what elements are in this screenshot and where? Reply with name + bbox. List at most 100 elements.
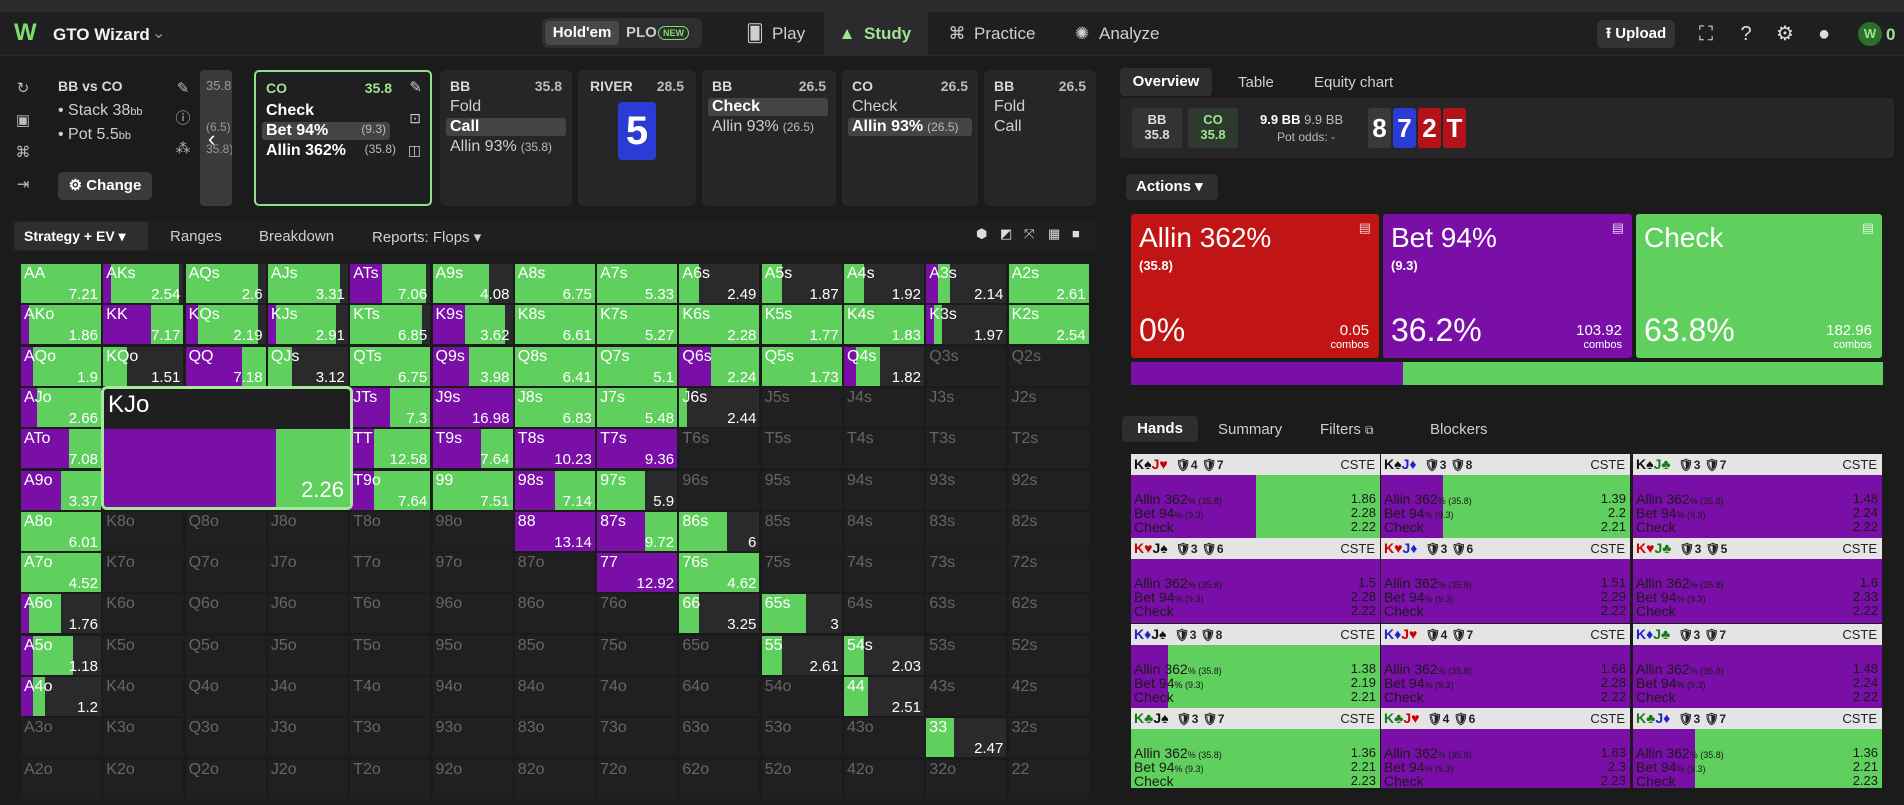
hand-cell[interactable]: 65o [679, 635, 760, 675]
spot-action[interactable]: Check [266, 102, 314, 120]
hand-cell[interactable]: T2o [350, 759, 431, 799]
hand-cell[interactable]: 73s [926, 553, 1007, 593]
hand-cell[interactable]: 6.75 A8s [514, 264, 595, 303]
hand-cell[interactable]: 54o [761, 677, 842, 716]
expand-icon[interactable]: ⤧ [1024, 226, 1034, 242]
hand-cell[interactable]: 7.21 AA [21, 264, 101, 303]
pencil-icon[interactable]: ✎ [172, 78, 194, 100]
document-icon[interactable]: ▤ [1359, 220, 1371, 236]
hand-cell[interactable]: 3.62 K9s [432, 305, 513, 345]
hand-cell[interactable]: 9.72 87s [597, 511, 678, 551]
hand-cell[interactable]: K3o [103, 718, 184, 758]
tab-equity-chart[interactable]: Equity chart [1314, 74, 1393, 91]
hand-combo-card[interactable]: K♥J♠ 🛡3 🛡6 CSTE Allin 362% (35.8) 1.5 Bet 94% … [1131, 538, 1380, 623]
credits-icon[interactable]: W [1858, 22, 1882, 46]
hand-cell[interactable]: J4s [844, 387, 924, 427]
info-icon[interactable]: ⓘ [172, 108, 194, 130]
hand-cell[interactable]: 7.64 T9s [432, 429, 513, 469]
hand-cell[interactable]: 92s [1008, 470, 1089, 510]
action-card-allin[interactable]: Allin 362% (35.8) 0% 0.05 combos ▤ [1131, 214, 1379, 358]
spot-action[interactable]: Call [994, 118, 1022, 136]
hand-cell[interactable]: 6.01 A8o [21, 511, 101, 551]
hand-cell[interactable]: 1.82 Q4s [844, 346, 924, 386]
river-card-panel[interactable]: RIVER 28.5 5 [578, 70, 696, 206]
action-card-bet[interactable]: Bet 94% (9.3) 36.2% 103.92 combos ▤ [1383, 214, 1632, 358]
nav-study[interactable]: ▲ Study [824, 12, 928, 56]
hand-cell[interactable]: 76o [597, 594, 678, 634]
tab-ranges[interactable]: Ranges [170, 228, 222, 245]
hand-cell[interactable]: 2.44 J6s [679, 387, 760, 427]
hand-cell[interactable]: T8o [350, 511, 431, 551]
hand-cell[interactable]: 83s [926, 511, 1007, 551]
hand-cell[interactable]: 2.91 KJs [267, 305, 348, 345]
user-icon[interactable]: ● [1812, 22, 1836, 46]
hand-cell[interactable]: 73o [597, 718, 678, 758]
hand-cell[interactable]: 97o [432, 553, 513, 593]
tab-hands[interactable]: Hands [1122, 416, 1198, 442]
contrast-icon[interactable]: ◩ [1000, 226, 1012, 242]
spot-action[interactable]: Allin 93% (35.8) [450, 138, 552, 156]
hand-cell[interactable]: J6o [267, 594, 348, 634]
tab-table[interactable]: Table [1238, 74, 1274, 91]
hand-cell[interactable]: Q3s [926, 346, 1007, 386]
hand-cell[interactable]: 42o [844, 759, 924, 799]
hand-cell[interactable]: 94o [432, 677, 513, 716]
hand-cell[interactable]: 84o [514, 677, 595, 716]
hand-cell[interactable]: 9.36 T7s [597, 429, 678, 469]
spot-action-selected[interactable]: Allin 93% (26.5) [848, 118, 972, 136]
pencil-icon[interactable]: ✎ [409, 78, 422, 96]
hand-cell[interactable]: 6 86s [679, 511, 760, 551]
chevron-left-icon[interactable]: ‹ [208, 126, 215, 152]
hand-cell[interactable]: J8o [267, 511, 348, 551]
hand-cell[interactable]: 3.37 A9o [21, 470, 101, 510]
hand-cell[interactable]: 82o [514, 759, 595, 799]
hand-cell[interactable]: 7.64 T9o [350, 470, 431, 510]
hand-cell[interactable]: J5s [761, 387, 842, 427]
hand-cell[interactable]: 85o [514, 635, 595, 675]
reports-dropdown[interactable]: Reports: Flops ▾ [372, 228, 481, 246]
hand-cell[interactable]: Q4o [185, 677, 266, 716]
hand-cell[interactable]: Q7o [185, 553, 266, 593]
hand-cell[interactable]: 7.06 ATs [350, 264, 431, 303]
hand-cell[interactable]: 84s [844, 511, 924, 551]
hand-cell[interactable]: 12.58 TT [350, 429, 431, 469]
hand-cell[interactable]: 75o [597, 635, 678, 675]
hand-cell[interactable]: 2.28 K6s [679, 305, 760, 345]
hand-cell[interactable]: K2o [103, 759, 184, 799]
save-icon[interactable]: ▣ [12, 110, 34, 132]
hand-cell[interactable]: 5.33 A7s [597, 264, 678, 303]
hand-cell[interactable]: 53o [761, 718, 842, 758]
gamepad-icon[interactable]: ⌘ [12, 142, 34, 164]
hand-cell[interactable]: 1.86 AKo [21, 305, 101, 345]
hand-cell[interactable]: 72o [597, 759, 678, 799]
hand-cell[interactable]: 82s [1008, 511, 1089, 551]
previous-spot-column[interactable]: 35.8 (6.5) 35.8) ‹ [200, 70, 232, 206]
change-button[interactable]: ⚙ Change [58, 172, 152, 200]
hand-cell[interactable]: 72s [1008, 553, 1089, 593]
hand-cell[interactable]: T6s [679, 429, 760, 469]
action-card-check[interactable]: Check 63.8% 182.96 combos ▤ [1636, 214, 1882, 358]
hand-cell[interactable]: T4s [844, 429, 924, 469]
hand-cell[interactable]: J7o [267, 553, 348, 593]
hand-cell[interactable]: 3.25 66 [679, 594, 760, 634]
hand-cell[interactable]: 2.61 55 [761, 635, 842, 675]
hand-cell[interactable]: 2.6 AQs [185, 264, 266, 303]
hand-cell[interactable]: 2.54 K2s [1008, 305, 1089, 345]
hand-cell[interactable]: 4.52 A7o [21, 553, 101, 593]
gto-wizard-logo[interactable]: W [14, 20, 40, 46]
hand-cell[interactable]: 43s [926, 677, 1007, 716]
spot-card-bb[interactable]: BB 35.8 Fold Call Allin 93% (35.8) [440, 70, 572, 206]
hand-cell[interactable]: 83o [514, 718, 595, 758]
hand-cell[interactable]: Q5o [185, 635, 266, 675]
hand-cell[interactable]: 62o [679, 759, 760, 799]
hand-cell[interactable]: T3o [350, 718, 431, 758]
nav-play[interactable]: 🂠 Play [736, 12, 832, 56]
hand-cell[interactable]: T3s [926, 429, 1007, 469]
cube-icon[interactable]: ⬢ [976, 226, 987, 242]
hand-cell[interactable]: 63o [679, 718, 760, 758]
hand-cell[interactable]: 6.61 K8s [514, 305, 595, 345]
hand-cell[interactable]: Q3o [185, 718, 266, 758]
hand-cell[interactable]: 7.51 99 [432, 470, 513, 510]
hand-cell[interactable]: 96s [679, 470, 760, 510]
collapse-icon[interactable]: ⇥ [12, 174, 34, 196]
